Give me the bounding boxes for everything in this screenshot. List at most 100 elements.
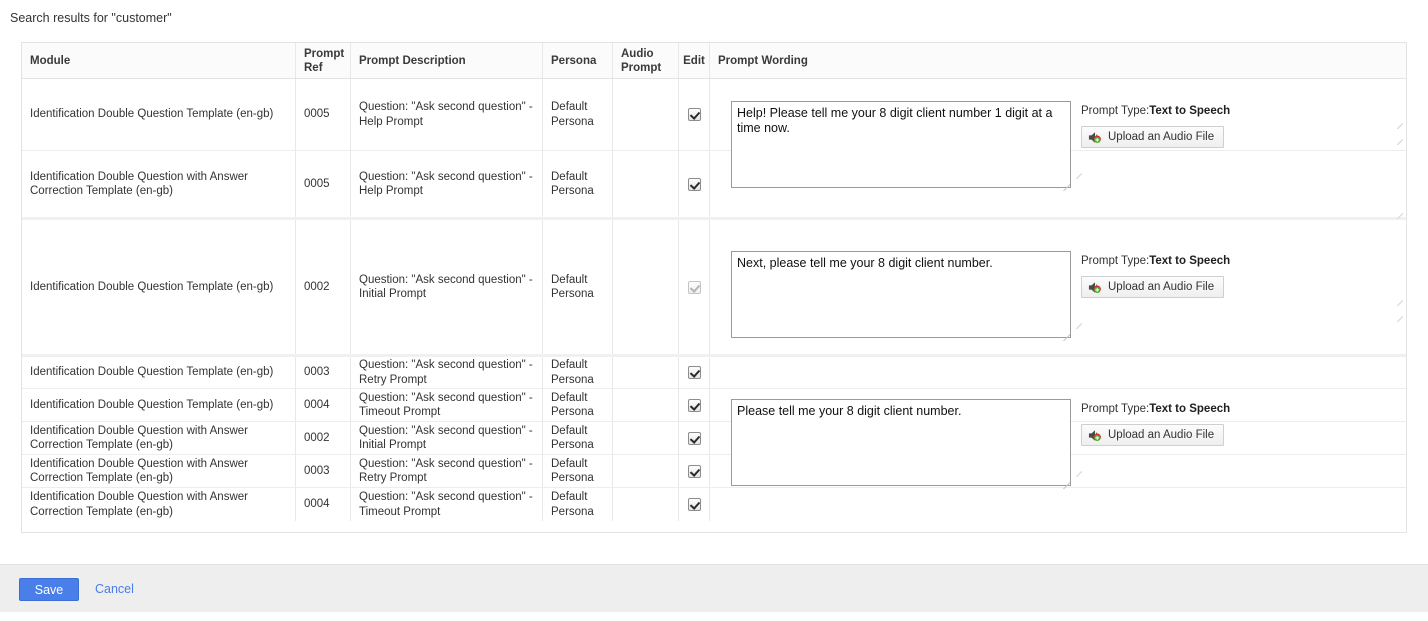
cell-persona: Default Persona	[543, 422, 613, 454]
prompt-type-label: Prompt Type:	[1081, 255, 1150, 267]
cell-module: Identification Double Question Template …	[22, 220, 296, 354]
prompt-type-line: Prompt Type:Text to Speech	[1081, 105, 1230, 117]
cell-persona: Default Persona	[543, 151, 613, 217]
prompt-type-value: Text to Speech	[1149, 403, 1231, 415]
prompt-type-value: Text to Speech	[1149, 255, 1231, 267]
cell-prompt-description: Question: "Ask second question" - Initia…	[351, 422, 543, 454]
cell-audio-prompt	[613, 357, 679, 388]
prompt-type-label: Prompt Type:	[1081, 403, 1150, 415]
prompt-meta: Prompt Type:Text to Speech Upload an Aud…	[1081, 399, 1230, 447]
column-header-prompt-wording: Prompt Wording	[718, 54, 808, 67]
cell-module: Identification Double Question with Answ…	[22, 455, 296, 487]
upload-audio-file-label: Upload an Audio File	[1108, 429, 1215, 441]
cell-prompt-description: Question: "Ask second question" - Timeou…	[351, 488, 543, 521]
prompt-wording-textarea[interactable]	[731, 399, 1071, 486]
cancel-link[interactable]: Cancel	[95, 582, 134, 596]
cell-edit[interactable]	[679, 455, 710, 487]
prompt-editor-group-3: Prompt Type:Text to Speech Upload an Aud…	[731, 399, 1230, 491]
panel-grip-icon	[1397, 213, 1403, 219]
speaker-upload-icon	[1088, 429, 1101, 441]
cell-edit[interactable]	[679, 422, 710, 454]
prompt-type-line: Prompt Type:Text to Speech	[1081, 255, 1230, 267]
cell-prompt-ref: 0003	[296, 455, 351, 487]
edit-checkbox[interactable]	[687, 366, 701, 379]
cell-persona: Default Persona	[543, 357, 613, 388]
textarea-resize-handle[interactable]	[1063, 334, 1070, 341]
cell-prompt-ref: 0002	[296, 220, 351, 354]
cell-module: Identification Double Question with Answ…	[22, 151, 296, 217]
cell-persona: Default Persona	[543, 220, 613, 354]
cell-persona: Default Persona	[543, 488, 613, 521]
panel-grip-icon	[1397, 123, 1403, 129]
column-header-module: Module	[22, 43, 296, 78]
cell-audio-prompt	[613, 220, 679, 354]
edit-checkbox[interactable]	[687, 498, 701, 511]
cell-edit[interactable]	[679, 389, 710, 421]
cell-persona: Default Persona	[543, 389, 613, 421]
table-row[interactable]: Identification Double Question Template …	[22, 357, 1406, 389]
cell-persona: Default Persona	[543, 455, 613, 487]
cell-module: Identification Double Question with Answ…	[22, 488, 296, 521]
cell-module: Identification Double Question Template …	[22, 79, 296, 150]
cell-audio-prompt	[613, 79, 679, 150]
prompt-meta: Prompt Type:Text to Speech Upload an Aud…	[1081, 101, 1230, 149]
panel-grip-icon	[1076, 173, 1082, 179]
edit-checkbox[interactable]	[687, 177, 701, 191]
prompt-editor-group-1: Prompt Type:Text to Speech Upload an Aud…	[731, 101, 1230, 193]
cell-prompt-ref: 0005	[296, 151, 351, 217]
column-header-prompt-description: Prompt Description	[351, 43, 543, 78]
cell-prompt-ref: 0005	[296, 79, 351, 150]
cell-edit[interactable]	[679, 488, 710, 521]
cell-audio-prompt	[613, 151, 679, 217]
upload-audio-file-button[interactable]: Upload an Audio File	[1081, 276, 1225, 298]
upload-audio-file-label: Upload an Audio File	[1108, 281, 1215, 293]
cell-audio-prompt	[613, 455, 679, 487]
speaker-upload-icon	[1088, 281, 1101, 293]
edit-checkbox[interactable]	[687, 108, 701, 121]
prompt-wording-textarea[interactable]	[731, 251, 1071, 338]
upload-audio-file-button[interactable]: Upload an Audio File	[1081, 126, 1225, 148]
prompt-wording-textarea[interactable]	[731, 101, 1071, 188]
column-header-edit: Edit	[679, 43, 710, 78]
panel-grip-icon	[1397, 316, 1403, 322]
table-header-row: Module Prompt Ref Prompt Description Per…	[22, 43, 1406, 79]
cell-prompt-description: Question: "Ask second question" - Retry …	[351, 357, 543, 388]
prompt-type-label: Prompt Type:	[1081, 105, 1150, 117]
cell-edit[interactable]	[679, 357, 710, 388]
edit-checkbox	[687, 280, 701, 294]
footer-bar: Save Cancel	[0, 564, 1428, 612]
textarea-resize-handle[interactable]	[1063, 184, 1070, 191]
cell-audio-prompt	[613, 389, 679, 421]
table-row[interactable]: Identification Double Question with Answ…	[22, 488, 1406, 521]
cell-prompt-wording	[710, 357, 1406, 388]
cell-prompt-description: Question: "Ask second question" - Initia…	[351, 220, 543, 354]
upload-audio-file-button[interactable]: Upload an Audio File	[1081, 424, 1225, 446]
speaker-upload-icon	[1088, 131, 1101, 143]
column-header-persona: Persona	[543, 43, 613, 78]
column-header-audio-prompt: Audio Prompt	[613, 43, 679, 78]
cell-prompt-ref: 0004	[296, 389, 351, 421]
cell-audio-prompt	[613, 488, 679, 521]
panel-grip-icon	[1076, 471, 1082, 477]
cell-prompt-ref: 0003	[296, 357, 351, 388]
prompt-type-line: Prompt Type:Text to Speech	[1081, 403, 1230, 415]
cell-edit[interactable]	[679, 79, 710, 150]
cell-module: Identification Double Question Template …	[22, 357, 296, 388]
prompt-editor-group-2: Prompt Type:Text to Speech Upload an Aud…	[731, 251, 1230, 343]
panel-grip-icon	[1397, 139, 1403, 145]
upload-audio-file-label: Upload an Audio File	[1108, 131, 1215, 143]
prompt-meta: Prompt Type:Text to Speech Upload an Aud…	[1081, 251, 1230, 299]
column-header-prompt-ref: Prompt Ref	[296, 43, 351, 78]
cell-prompt-ref: 0002	[296, 422, 351, 454]
cell-prompt-ref: 0004	[296, 488, 351, 521]
cell-prompt-wording	[710, 488, 1406, 521]
save-button[interactable]: Save	[19, 578, 79, 601]
edit-checkbox[interactable]	[687, 431, 701, 445]
edit-checkbox[interactable]	[687, 398, 701, 412]
cell-edit[interactable]	[679, 220, 710, 354]
prompt-results-table: Module Prompt Ref Prompt Description Per…	[21, 42, 1407, 533]
edit-checkbox[interactable]	[687, 464, 701, 478]
cell-edit[interactable]	[679, 151, 710, 217]
textarea-resize-handle[interactable]	[1063, 482, 1070, 489]
page-root: Search results for "customer" Module Pro…	[0, 0, 1428, 621]
